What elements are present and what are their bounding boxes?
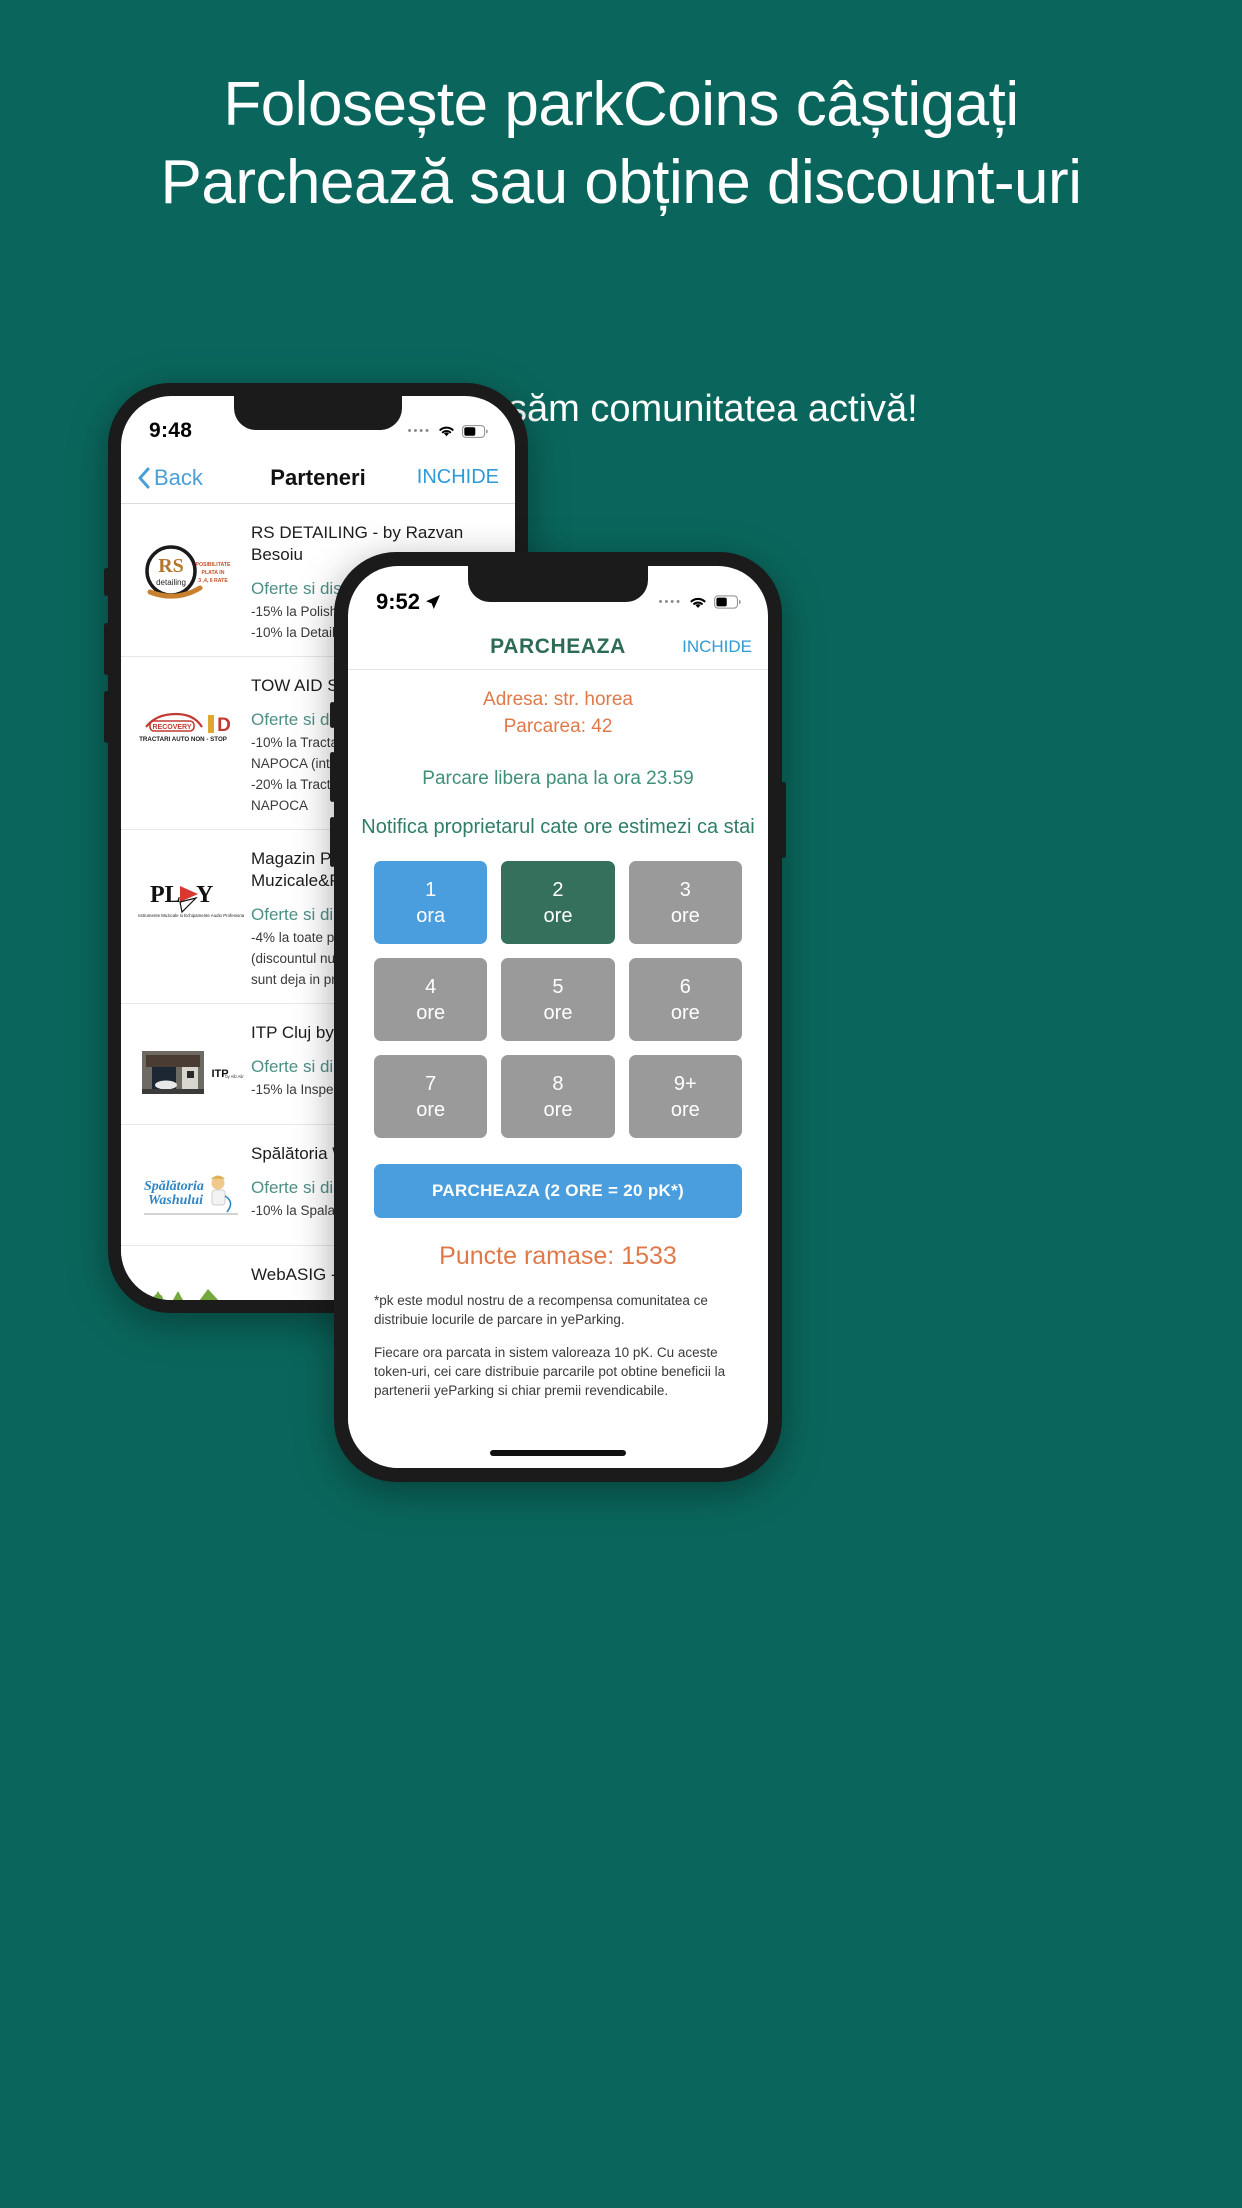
right-phone-volume-up xyxy=(330,752,335,802)
hour-option-unit: ore xyxy=(543,1001,573,1024)
right-phone-notch xyxy=(468,566,648,602)
itp-cluj-logo: ITP by Alb Alin xyxy=(135,1038,247,1110)
hour-option-number: 6 xyxy=(679,975,691,998)
hour-option-8[interactable]: 8 ore xyxy=(501,1055,615,1138)
signal-dots-icon: •••• xyxy=(658,596,682,608)
play-store-logo: PL Y Instrumente Muzicale si Echipamente… xyxy=(135,864,247,936)
hero-headline-line1: Folosește parkCoins câștigați xyxy=(223,70,1019,139)
park-submit-button[interactable]: PARCHEAZA (2 ORE = 20 pK*) xyxy=(374,1164,742,1218)
hour-option-unit: ore xyxy=(416,1098,446,1121)
chevron-left-icon xyxy=(138,467,150,488)
svg-text:PLATA IN: PLATA IN xyxy=(202,570,225,576)
svg-text:Washului: Washului xyxy=(148,1193,203,1208)
hour-option-unit: ore xyxy=(416,1001,446,1024)
svg-text:TRACTARI AUTO NON - STOP: TRACTARI AUTO NON - STOP xyxy=(139,736,227,743)
free-parking-notice: Parcare libera pana la ora 23.59 xyxy=(422,768,694,789)
right-close-button[interactable]: INCHIDE xyxy=(682,637,752,657)
hour-option-number: 7 xyxy=(425,1072,437,1095)
hour-option-number: 8 xyxy=(552,1072,564,1095)
notify-owner-prompt: Notifica proprietarul cate ore estimezi … xyxy=(361,816,755,838)
spalatoria-washului-logo: Spălătoria Washului xyxy=(135,1159,247,1231)
hour-option-7[interactable]: 7 ore xyxy=(374,1055,488,1138)
parking-address-line: Adresa: str. horea xyxy=(483,689,633,710)
back-button[interactable]: Back xyxy=(137,465,203,491)
parking-panel: Adresa: str. horea Parcarea: 42 Parcare … xyxy=(348,670,768,1468)
webasig-logo: WEBASIG ASIGURĂRI de la A la Z xyxy=(135,1280,247,1300)
svg-text:Y: Y xyxy=(196,882,213,908)
fineprint-paragraph-1: *pk este modul nostru de a recompensa co… xyxy=(374,1293,708,1327)
svg-text:Instrumente Muzicale si Echipa: Instrumente Muzicale si Echipamente Audi… xyxy=(138,913,244,918)
svg-text:by Alb Alin: by Alb Alin xyxy=(225,1074,244,1079)
parking-spot-line: Parcarea: 42 xyxy=(503,716,613,737)
hour-option-number: 2 xyxy=(552,878,564,901)
right-navbar: PARCHEAZA INCHIDE xyxy=(348,624,768,670)
left-close-button[interactable]: INCHIDE xyxy=(417,466,499,489)
hour-option-3[interactable]: 3 ore xyxy=(628,861,742,944)
right-page-title: PARCHEAZA xyxy=(490,634,626,658)
battery-icon xyxy=(714,595,741,609)
left-status-time: 9:48 xyxy=(149,419,193,442)
svg-text:PL: PL xyxy=(150,882,181,908)
hero-headline-line2: Parchează sau obține discount-uri xyxy=(160,148,1082,217)
hour-option-9plus[interactable]: 9+ ore xyxy=(628,1055,742,1138)
hour-option-unit: ore xyxy=(543,1098,573,1121)
hour-option-number: 3 xyxy=(679,878,691,901)
hour-option-number: 4 xyxy=(425,975,437,998)
hour-option-number: 1 xyxy=(425,878,437,901)
right-phone-power-button xyxy=(781,782,786,858)
left-navbar: Back Parteneri INCHIDE xyxy=(121,452,515,504)
hour-option-5[interactable]: 5 ore xyxy=(501,958,615,1041)
tow-aid-recovery-logo: RECOVERY D TRACTARI AUTO NON - STOP xyxy=(135,691,247,763)
left-phone-mute-switch xyxy=(104,568,109,596)
fineprint-block: *pk este modul nostru de a recompensa co… xyxy=(348,1271,768,1400)
left-phone-volume-up xyxy=(104,623,109,675)
hero-headline: Folosește parkCoins câștigați Parchează … xyxy=(0,66,1242,222)
right-status-time: 9:52 xyxy=(376,589,421,614)
parking-address-block: Adresa: str. horea Parcarea: 42 xyxy=(348,686,768,740)
hour-option-number: 9+ xyxy=(673,1072,697,1095)
back-button-label: Back xyxy=(154,464,203,490)
svg-text:detailing: detailing xyxy=(156,578,186,587)
right-phone-screen: 9:52 •••• PARCHEAZA INCHIDE Adresa: str.… xyxy=(348,566,768,1468)
svg-text:D: D xyxy=(217,715,231,736)
battery-icon xyxy=(462,424,488,438)
wifi-icon xyxy=(439,426,454,437)
svg-text:RECOVERY: RECOVERY xyxy=(152,724,191,731)
left-phone-volume-down xyxy=(104,691,109,743)
points-remaining-label: Puncte ramase: 1533 xyxy=(439,1242,677,1270)
right-phone-mockup: 9:52 •••• PARCHEAZA INCHIDE Adresa: str.… xyxy=(330,552,786,1482)
location-arrow-icon xyxy=(426,595,441,609)
signal-dots-icon: •••• xyxy=(407,425,431,437)
hour-selector-grid[interactable]: 1 ora 2 ore 3 ore 4 ore 5 ore 6 ore 7 or… xyxy=(348,839,768,1138)
fineprint-paragraph-2: Fiecare ora parcata in sistem valoreaza … xyxy=(374,1345,726,1398)
right-phone-volume-down xyxy=(330,817,335,867)
svg-text:RS: RS xyxy=(158,555,184,577)
hour-option-1[interactable]: 1 ora xyxy=(374,861,488,944)
hour-option-2[interactable]: 2 ore xyxy=(501,861,615,944)
svg-text:Spălătoria: Spălătoria xyxy=(144,1179,204,1194)
hour-option-unit: ore xyxy=(670,1098,700,1121)
hour-option-unit: ore xyxy=(670,1001,700,1024)
hour-option-number: 5 xyxy=(552,975,564,998)
svg-text:POSIBILITATE: POSIBILITATE xyxy=(196,562,232,568)
right-phone-mute-switch xyxy=(330,702,335,728)
hour-option-6[interactable]: 6 ore xyxy=(628,958,742,1041)
hour-option-4[interactable]: 4 ore xyxy=(374,958,488,1041)
hour-option-unit: ora xyxy=(416,904,446,927)
left-phone-notch xyxy=(234,396,402,430)
hour-option-unit: ore xyxy=(670,904,700,927)
hour-option-unit: ore xyxy=(543,904,573,927)
wifi-icon xyxy=(690,597,706,608)
rs-detailing-logo: RS detailing POSIBILITATE PLATA IN 3 ,4,… xyxy=(135,538,247,610)
svg-text:3 ,4, 6 RATE: 3 ,4, 6 RATE xyxy=(198,578,228,584)
home-indicator[interactable] xyxy=(490,1450,626,1456)
right-status-time-group: 9:52 xyxy=(376,589,441,615)
